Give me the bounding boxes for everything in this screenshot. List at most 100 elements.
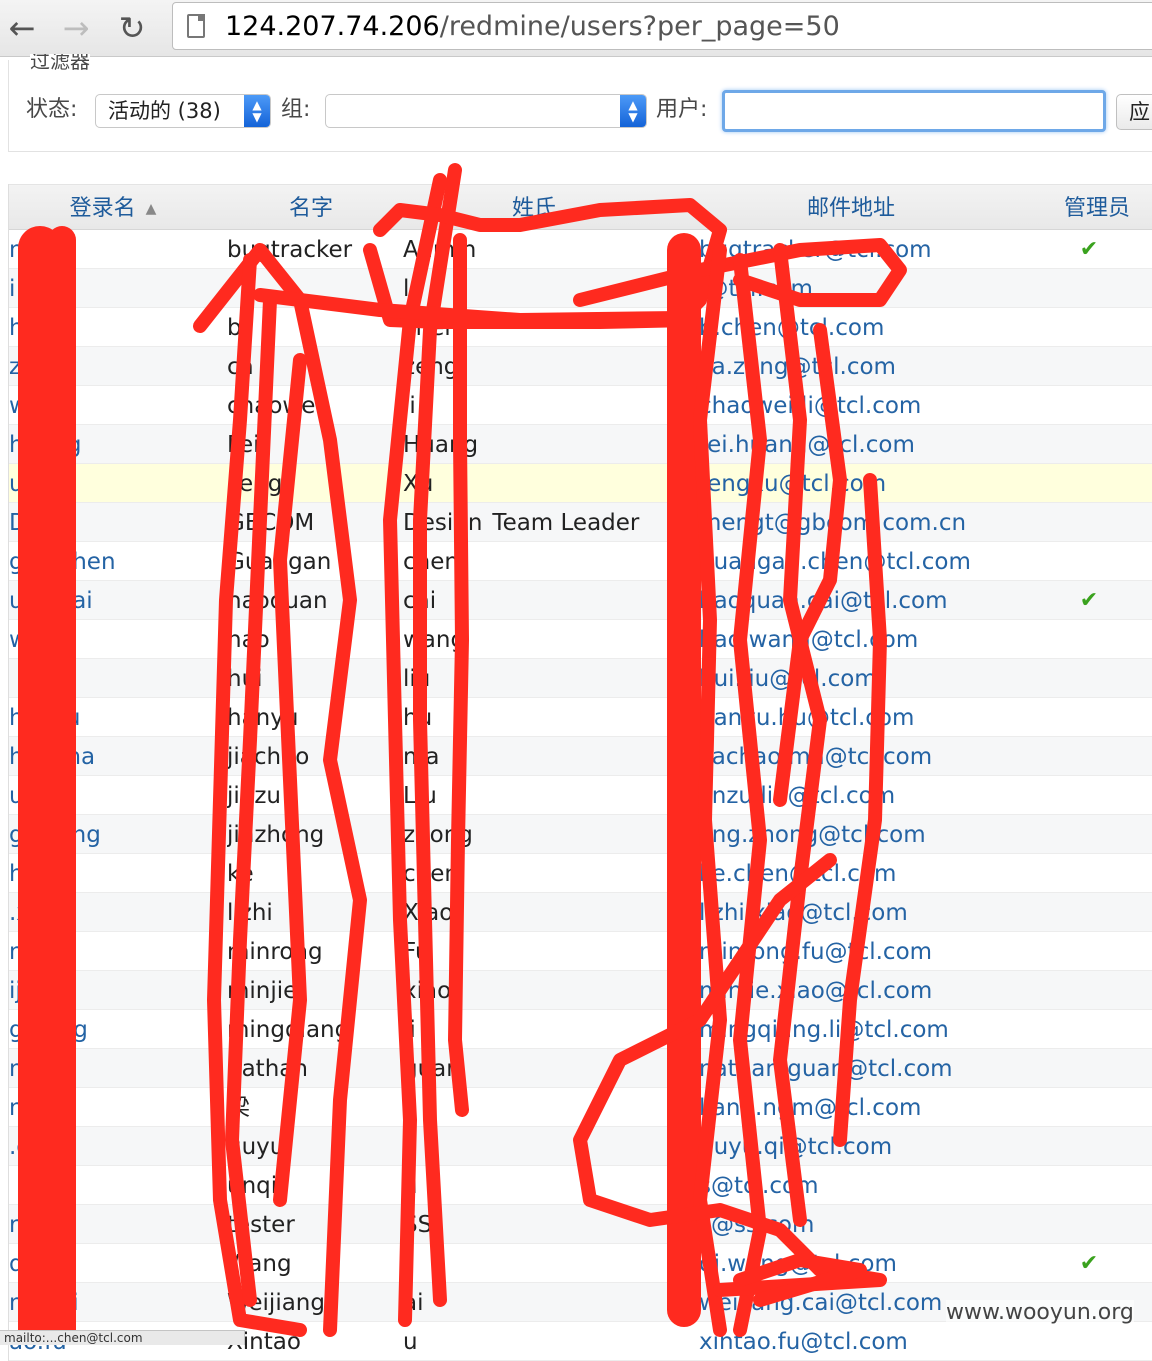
email-link[interactable]: fengxu@tcl.com [699,464,1039,502]
table-row: hanyu hanyu hu hanyu.hu@tcl.com [9,698,1152,737]
admin-check-icon [1059,737,1119,775]
login-link[interactable]: hen [9,308,217,346]
firstname-cell: nathan [227,1056,308,1082]
lastname-cell [403,1127,663,1165]
login-link[interactable]: gqiang [9,1010,217,1048]
login-link[interactable]: ng.fu [9,932,217,970]
firstname-cell: hao [227,627,270,653]
lastname-cell: wang [403,627,466,653]
group-select[interactable]: ▲ ▼ [325,94,647,128]
email-link[interactable]: minrong.fu@tcl.com [699,932,1039,970]
back-arrow-icon[interactable]: ← [2,8,42,48]
table-row: ijie minjie xiao minjie.xiao@tcl.com [9,971,1152,1010]
admin-check-icon [1059,854,1119,892]
header-admin[interactable]: 管理员 [1049,185,1145,229]
email-link[interactable]: lizhi.xiao@tcl.com [699,893,1039,931]
status-bar: mailto:...chen@tcl.com [0,1330,245,1345]
login-link[interactable]: wei.li [9,386,217,424]
forward-arrow-icon[interactable]: → [56,8,96,48]
login-link[interactable]: i [9,269,217,307]
login-link[interactable]: n [9,230,217,268]
login-link[interactable] [9,659,217,697]
table-row: wang hao wang hao.wang@tcl.com [9,620,1152,659]
email-link[interactable]: jiachao.ma@tcl.com [699,737,1039,775]
login-link[interactable]: ng.cai [9,1283,217,1321]
table-row: qi Wang qi.wang@tcl.com ✔ [9,1244,1152,1283]
user-search-input[interactable] [722,90,1106,132]
login-link[interactable]: wang [9,620,217,658]
table-row: gqiang mingqiang li mingqiang.li@tcl.com [9,1010,1152,1049]
email-link[interactable]: ke.chen@tcl.com [699,854,1039,892]
lastname-cell: Admin [403,237,477,263]
status-select[interactable]: 活动的 (38) ▲ ▼ [95,94,271,128]
email-link[interactable]: mingqiang.li@tcl.com [699,1010,1039,1048]
admin-check-icon [1059,620,1119,658]
email-link[interactable]: jing.zhong@tcl.com [699,815,1039,853]
lastname-cell [403,1244,663,1282]
table-row: hen b chen b.chen@tcl.com [9,308,1152,347]
login-link[interactable]: hen [9,854,217,892]
status-label: 状态: [26,97,78,122]
login-link[interactable]: n [9,1049,217,1087]
header-lastname[interactable]: 姓氏 [403,185,665,229]
email-link[interactable]: i@tcl.com [699,269,1039,307]
email-link[interactable]: mengt@gbcom.com.cn [699,503,1039,541]
login-link[interactable]: ngm [9,1088,217,1126]
login-link[interactable]: huang [9,425,217,463]
email-link[interactable]: s@ss.com [699,1205,1039,1243]
email-link[interactable]: xintao.fu@tcl.com [699,1322,1039,1360]
table-row: hui liu hui.liu@tcl.com [9,659,1152,698]
email-link[interactable]: chaowei.li@tcl.com [699,386,1039,424]
admin-check-icon: ✔ [1079,588,1099,613]
email-link[interactable]: quyu.qi@tcl.com [699,1127,1039,1165]
login-link[interactable]: u [9,464,217,502]
email-link[interactable]: minjie.xiao@tcl.com [699,971,1039,1009]
admin-check-icon [1059,815,1119,853]
login-link[interactable]: g.zhong [9,815,217,853]
reload-icon[interactable]: ↻ [112,8,152,48]
login-link[interactable]: gan.chen [9,542,217,580]
login-link[interactable]: ijie [9,971,217,1009]
login-link[interactable] [9,1166,217,1204]
email-link[interactable]: bugtracker@tcl.com [699,230,1039,268]
admin-check-icon [1059,308,1119,346]
login-link[interactable]: DM [9,503,217,541]
email-link[interactable]: liang.ngm@tcl.com [699,1088,1039,1126]
email-link[interactable]: ca.zeng@tcl.com [699,347,1039,385]
email-link[interactable]: b.chen@tcl.com [699,308,1039,346]
apply-button[interactable]: 应 [1116,94,1152,130]
login-link[interactable]: .qi [9,1127,217,1165]
email-link[interactable]: jinzu.liu@tcl.com [699,776,1039,814]
login-link[interactable]: hao.ma [9,737,217,775]
email-link[interactable]: qi.wang@tcl.com [699,1244,1039,1282]
header-login[interactable]: 登录名 ▲ [9,185,217,229]
login-link[interactable]: uan.cai [9,581,217,619]
login-link[interactable]: r [9,1205,217,1243]
email-link[interactable]: haoquan.cai@tcl.com [699,581,1039,619]
email-link[interactable]: s@tcl.com [699,1166,1039,1204]
header-firstname[interactable]: 名字 [227,185,395,229]
url-path: /redmine/users?per_page=50 [439,11,840,42]
filter-legend: 过滤器 [30,54,90,74]
login-link[interactable]: zeng [9,347,217,385]
email-link[interactable]: hui.liu@tcl.com [699,659,1039,697]
login-link[interactable]: qi [9,1244,217,1282]
email-link[interactable]: guangan.chen@tcl.com [699,542,1039,580]
address-bar[interactable]: 124.207.74.206/redmine/users?per_page=50 [172,2,1152,50]
lastname-cell: ai [403,1290,424,1316]
email-link[interactable]: hanyu.hu@tcl.com [699,698,1039,736]
lastname-cell: Xu [403,471,434,497]
table-row: i l l i@tcl.com [9,269,1152,308]
lastname-cell: l [403,276,410,302]
email-link[interactable]: nathan.guan@tcl.com [699,1049,1039,1087]
firstname-cell: b [227,315,242,341]
login-link[interactable]: hanyu [9,698,217,736]
table-row: n nathan guan nathan.guan@tcl.com [9,1049,1152,1088]
login-link[interactable]: .xiao [9,893,217,931]
login-link[interactable]: u.liu [9,776,217,814]
email-link[interactable]: hao.wang@tcl.com [699,620,1039,658]
header-mail[interactable]: 邮件地址 [699,185,1003,229]
email-link[interactable]: fei.huang@tcl.com [699,425,1039,463]
firstname-cell: Wang [227,1251,292,1277]
admin-check-icon [1059,425,1119,463]
